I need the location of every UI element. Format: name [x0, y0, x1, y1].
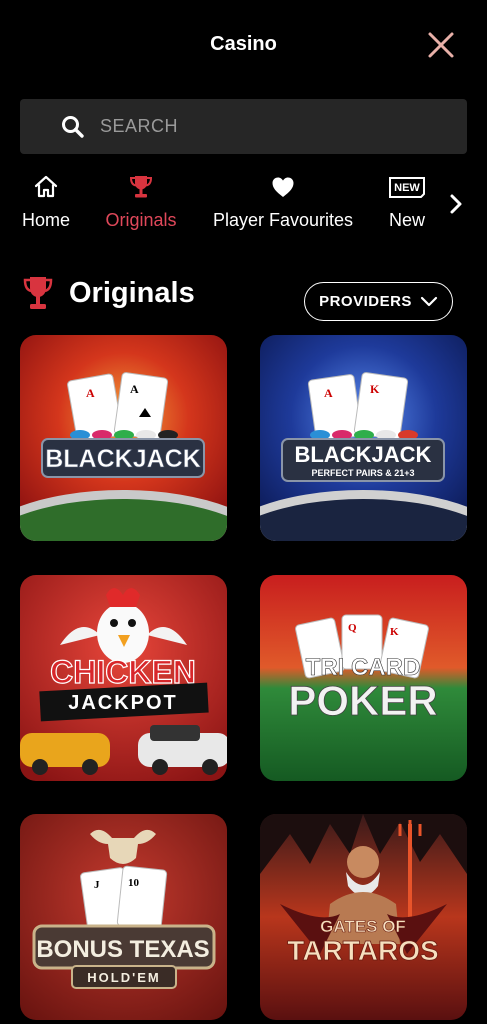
search-bar[interactable] — [20, 99, 467, 154]
game-tile-blackjack-perfect-pairs[interactable]: A K BLACKJACK PERFECT PAIRS & 21+3 — [260, 335, 467, 541]
playing-cards-icon: J 10 — [80, 865, 168, 933]
game-tile-gates-of-tartaros[interactable]: GATES OF TARTAROS — [260, 814, 467, 1020]
close-button[interactable] — [424, 28, 458, 62]
tab-label: Home — [21, 210, 70, 230]
game-subtitle: JACKPOT — [68, 692, 178, 714]
trophy-icon — [23, 277, 53, 309]
header: Casino — [0, 0, 487, 90]
svg-text:Q: Q — [348, 622, 357, 634]
tab-home[interactable]: Home — [20, 172, 72, 242]
tri-card-poker-artwork: Q K TRI CARD POKER — [260, 575, 467, 781]
section-title: Originals — [69, 277, 195, 309]
svg-text:J: J — [94, 879, 100, 891]
chevron-down-icon — [420, 296, 438, 306]
game-title: GATES OF — [320, 917, 406, 936]
gates-of-tartaros-artwork: GATES OF TARTAROS — [260, 814, 467, 1020]
new-badge-text: NEW — [394, 182, 420, 194]
bonus-texas-holdem-artwork: J 10 BONUS TEXAS HOLD'EM — [20, 814, 227, 1020]
game-tile-bonus-texas-holdem[interactable]: J 10 BONUS TEXAS HOLD'EM — [20, 814, 227, 1020]
close-icon — [428, 32, 454, 58]
game-tile-tri-card-poker[interactable]: Q K TRI CARD POKER — [260, 575, 467, 781]
blackjack-perfect-pairs-artwork: A K BLACKJACK PERFECT PAIRS & 21+3 — [260, 335, 467, 541]
tab-label: New — [388, 210, 425, 230]
new-badge-icon: NEW — [389, 177, 425, 198]
game-subtitle: TARTAROS — [287, 935, 438, 966]
game-subtitle: POKER — [288, 677, 437, 724]
page-title: Casino — [210, 33, 277, 55]
svg-text:A: A — [86, 386, 95, 400]
providers-dropdown[interactable]: PROVIDERS — [304, 282, 453, 321]
tab-new[interactable]: NEW New — [386, 172, 428, 242]
search-input[interactable] — [100, 116, 440, 137]
tab-player-favourites[interactable]: Player Favourites — [210, 172, 356, 242]
game-title: BLACKJACK — [45, 445, 201, 473]
chicken-jackpot-artwork: CHICKEN JACKPOT — [20, 575, 227, 781]
game-tile-blackjack[interactable]: A A BLACKJACK — [20, 335, 227, 541]
trophy-icon — [129, 176, 153, 198]
svg-text:K: K — [390, 626, 399, 638]
tab-label: Player Favourites — [212, 210, 354, 230]
scroll-right-button[interactable] — [446, 191, 466, 217]
chevron-right-icon — [450, 194, 462, 214]
category-tabs: Home Originals Player Favourites NEW New — [0, 172, 487, 242]
svg-text:A: A — [130, 382, 139, 396]
home-icon — [34, 175, 58, 198]
tab-originals[interactable]: Originals — [103, 172, 179, 242]
heart-icon — [272, 177, 294, 197]
game-subtitle: PERFECT PAIRS & 21+3 — [311, 468, 414, 478]
svg-text:K: K — [370, 382, 380, 396]
svg-text:10: 10 — [128, 877, 140, 889]
section-header: Originals PROVIDERS — [0, 270, 487, 322]
game-subtitle: HOLD'EM — [87, 970, 160, 985]
providers-label: PROVIDERS — [319, 293, 412, 310]
svg-text:A: A — [324, 386, 333, 400]
game-tile-chicken-jackpot[interactable]: CHICKEN JACKPOT — [20, 575, 227, 781]
tab-label: Originals — [105, 210, 177, 230]
search-icon — [62, 115, 84, 138]
game-title: BONUS TEXAS — [36, 936, 209, 963]
blackjack-artwork: A A BLACKJACK — [20, 335, 227, 541]
game-title: BLACKJACK — [295, 442, 432, 467]
